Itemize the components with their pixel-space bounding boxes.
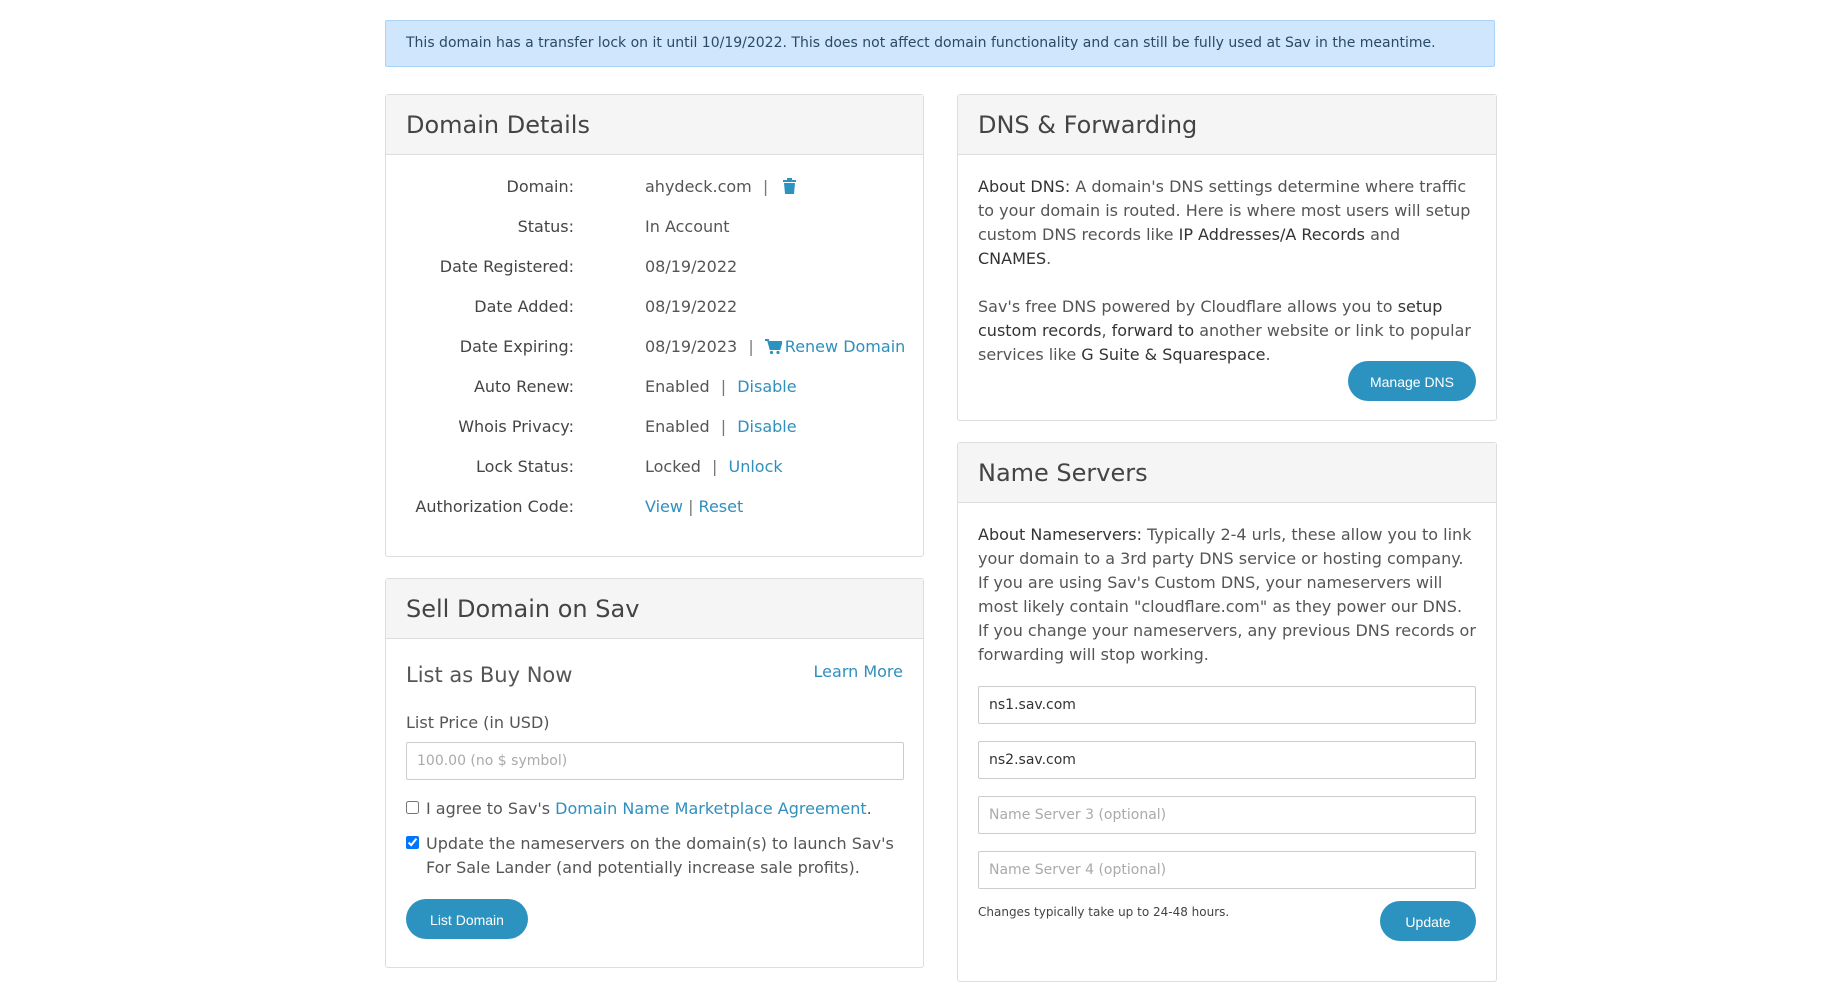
lock-status-row: Lock Status: Locked | Unlock	[406, 455, 903, 495]
nameserver-4-input[interactable]	[978, 851, 1476, 889]
update-nameservers-button[interactable]: Update	[1380, 901, 1476, 941]
about-nameservers-body: Typically 2-4 urls, these allow you to l…	[978, 525, 1476, 664]
renew-domain-link[interactable]: Renew Domain	[764, 337, 906, 356]
lock-status-label: Lock Status:	[476, 457, 574, 476]
changes-note: Changes typically take up to 24-48 hours…	[978, 905, 1230, 919]
domain-details-title: Domain Details	[386, 95, 923, 155]
status-value: In Account	[645, 217, 730, 236]
lock-status-value: Locked	[645, 457, 701, 476]
separator: |	[688, 497, 694, 516]
date-added-value: 08/19/2022	[645, 297, 738, 316]
agree-suffix: .	[866, 799, 872, 818]
domain-label: Domain:	[506, 177, 574, 196]
manage-dns-button[interactable]: Manage DNS	[1348, 361, 1476, 401]
list-price-label: List Price (in USD)	[406, 713, 550, 732]
date-registered-label: Date Registered:	[439, 257, 574, 276]
date-added-label: Date Added:	[474, 297, 574, 316]
about-dns-text-3: .	[1046, 249, 1052, 268]
date-added-row: Date Added: 08/19/2022	[406, 295, 903, 335]
date-registered-value: 08/19/2022	[645, 257, 738, 276]
cloudflare-dns-text: Sav's free DNS powered by Cloudflare all…	[978, 295, 1476, 367]
about-dns-text: About DNS: A domain's DNS settings deter…	[978, 175, 1476, 271]
status-label: Status:	[517, 217, 574, 236]
name-servers-panel: Name Servers About Nameservers: Typicall…	[957, 442, 1497, 982]
whois-privacy-label: Whois Privacy:	[458, 417, 574, 436]
nameserver-1-input[interactable]	[978, 686, 1476, 724]
cloudflare-bold-3: G Suite & Squarespace	[1081, 345, 1266, 364]
domain-details-panel: Domain Details Domain: ahydeck.com | Sta…	[385, 94, 924, 557]
unlock-link[interactable]: Unlock	[729, 457, 783, 476]
separator: |	[720, 377, 727, 396]
auth-code-view-link[interactable]: View	[645, 497, 683, 516]
cloudflare-text-1: Sav's free DNS powered by Cloudflare all…	[978, 297, 1398, 316]
sell-domain-title: Sell Domain on Sav	[386, 579, 923, 639]
agree-checkbox-row[interactable]: I agree to Sav's Domain Name Marketplace…	[406, 797, 906, 821]
date-expiring-label: Date Expiring:	[459, 337, 574, 356]
auth-code-reset-link[interactable]: Reset	[699, 497, 744, 516]
sell-domain-panel: Sell Domain on Sav List as Buy Now Learn…	[385, 578, 924, 968]
date-expiring-row: Date Expiring: 08/19/2023 | Renew Domain	[406, 335, 906, 375]
list-as-buy-now-heading: List as Buy Now	[406, 663, 573, 687]
renew-domain-label: Renew Domain	[784, 337, 906, 356]
nameserver-2-input[interactable]	[978, 741, 1476, 779]
dns-forwarding-title: DNS & Forwarding	[958, 95, 1496, 155]
about-nameservers-bold: About Nameservers:	[978, 525, 1142, 544]
date-expiring-value: 08/19/2023	[645, 337, 738, 356]
domain-row: Domain: ahydeck.com |	[406, 175, 903, 215]
name-servers-title: Name Servers	[958, 443, 1496, 503]
agree-prefix: I agree to Sav's	[426, 799, 556, 818]
about-dns-bold-3: CNAMES	[978, 249, 1047, 268]
alert-text: This domain has a transfer lock on it un…	[406, 35, 1436, 51]
separator: |	[712, 457, 718, 476]
transfer-lock-alert: This domain has a transfer lock on it un…	[385, 20, 1495, 67]
authorization-code-row: Authorization Code: View | Reset	[406, 495, 903, 535]
update-nameservers-checkbox[interactable]	[406, 836, 419, 849]
update-nameservers-checkbox-row[interactable]: Update the nameservers on the domain(s) …	[406, 832, 906, 880]
whois-privacy-row: Whois Privacy: Enabled | Disable	[406, 415, 903, 455]
dns-forwarding-panel: DNS & Forwarding About DNS: A domain's D…	[957, 94, 1497, 421]
update-nameservers-text: Update the nameservers on the domain(s) …	[426, 834, 894, 877]
cloudflare-bold-2: forward to	[1111, 321, 1195, 340]
auto-renew-disable-link[interactable]: Disable	[737, 377, 796, 396]
auto-renew-row: Auto Renew: Enabled | Disable	[406, 375, 903, 415]
auto-renew-label: Auto Renew:	[473, 377, 574, 396]
status-row: Status: In Account	[406, 215, 903, 255]
whois-privacy-disable-link[interactable]: Disable	[737, 417, 796, 436]
auto-renew-value: Enabled	[645, 377, 710, 396]
learn-more-link[interactable]: Learn More	[814, 662, 903, 681]
about-dns-text-2: and	[1364, 225, 1401, 244]
agree-checkbox[interactable]	[406, 801, 419, 814]
about-dns-bold: About DNS:	[978, 177, 1071, 196]
list-domain-button[interactable]: List Domain	[406, 899, 528, 939]
authorization-code-label: Authorization Code:	[415, 497, 574, 516]
trash-icon[interactable]	[783, 177, 797, 201]
about-dns-bold-2: IP Addresses/A Records	[1178, 225, 1365, 244]
separator: |	[748, 337, 754, 356]
cloudflare-text-2: ,	[1101, 321, 1112, 340]
cloudflare-text-4: .	[1265, 345, 1271, 364]
nameserver-3-input[interactable]	[978, 796, 1476, 834]
separator: |	[720, 417, 727, 436]
list-price-input[interactable]	[406, 742, 904, 780]
whois-privacy-value: Enabled	[645, 417, 710, 436]
separator: |	[762, 177, 769, 196]
domain-value: ahydeck.com	[645, 177, 752, 196]
about-nameservers-text: About Nameservers: Typically 2-4 urls, t…	[978, 523, 1476, 667]
cart-icon	[764, 338, 783, 362]
marketplace-agreement-link[interactable]: Domain Name Marketplace Agreement	[555, 799, 866, 818]
date-registered-row: Date Registered: 08/19/2022	[406, 255, 903, 295]
